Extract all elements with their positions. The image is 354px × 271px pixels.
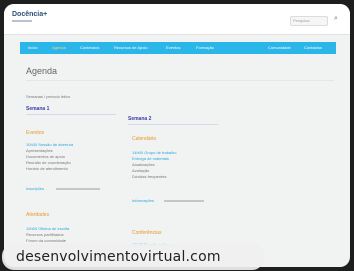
nav-item-contactos[interactable]: Contactos: [304, 42, 322, 54]
week-2-divider: [128, 124, 218, 125]
week-1-section-title: Atividades: [26, 212, 50, 218]
week-2-section-title: Calendário: [132, 136, 157, 142]
nav-item-inicio[interactable]: Início: [28, 42, 38, 54]
week-1-line: Recursos partilhados: [26, 232, 64, 237]
nav-item-conteudos[interactable]: Conteúdos: [80, 42, 99, 54]
week-1-divider: [26, 114, 116, 115]
site-header: Docência+ Pesquisa ⌕: [4, 4, 350, 35]
week-1-link[interactable]: Inscrições: [26, 186, 44, 191]
week-1-line[interactable]: 10h00 Oficina de escrita: [26, 226, 69, 231]
week-1-line: Fórum da comunidade: [26, 238, 67, 243]
week-2-section-title: Conferências: [132, 230, 162, 236]
week-1-section-title: Eventos: [26, 130, 45, 136]
nav-item-formacao[interactable]: Formação: [196, 42, 214, 54]
main-navigation: Início Agenda Conteúdos Recursos de Apoi…: [20, 42, 336, 54]
page-title: Agenda: [26, 66, 58, 76]
week-1-line: Reunião de coordenação: [26, 160, 71, 165]
nav-item-eventos[interactable]: Eventos: [166, 42, 180, 54]
nav-item-comunidade[interactable]: Comunidade: [268, 42, 291, 54]
site-tagline: [12, 20, 32, 22]
week-2-heading[interactable]: Semana 2: [128, 116, 151, 122]
site-logo[interactable]: Docência+: [12, 11, 47, 18]
search-input[interactable]: Pesquisa: [290, 16, 328, 26]
week-1-line: Documentos de apoio: [26, 154, 65, 159]
search-icon[interactable]: ⌕: [334, 15, 341, 22]
nav-item-agenda[interactable]: Agenda: [52, 42, 66, 54]
week-2-line: Dúvidas frequentes: [132, 174, 167, 179]
week-1-heading[interactable]: Semana 1: [26, 106, 49, 112]
browser-viewport: Docência+ Pesquisa ⌕ Início Agenda Conte…: [4, 4, 350, 267]
week-1-line: Apresentações: [26, 148, 53, 153]
week-2-line[interactable]: 14h00 Grupo de trabalho: [132, 150, 176, 155]
week-2-link[interactable]: Informações: [132, 198, 154, 203]
week-2-line: Avaliação: [132, 168, 150, 173]
week-1-link-underline: [56, 188, 100, 190]
page-subtitle: Semanas / período letivo: [26, 94, 71, 99]
watermark-text: desenvolvimentovirtual.com: [16, 249, 221, 265]
title-divider: [26, 80, 334, 81]
week-2-line: Atualizações: [132, 162, 155, 167]
week-1-line: Horário de atendimento: [26, 166, 68, 171]
week-2-link-underline: [164, 200, 204, 202]
nav-item-recursos[interactable]: Recursos de Apoio: [114, 42, 148, 54]
week-2-line[interactable]: Entrega de materiais: [132, 156, 169, 161]
week-1-line[interactable]: 10h30 Sessão de abertura: [26, 142, 73, 147]
